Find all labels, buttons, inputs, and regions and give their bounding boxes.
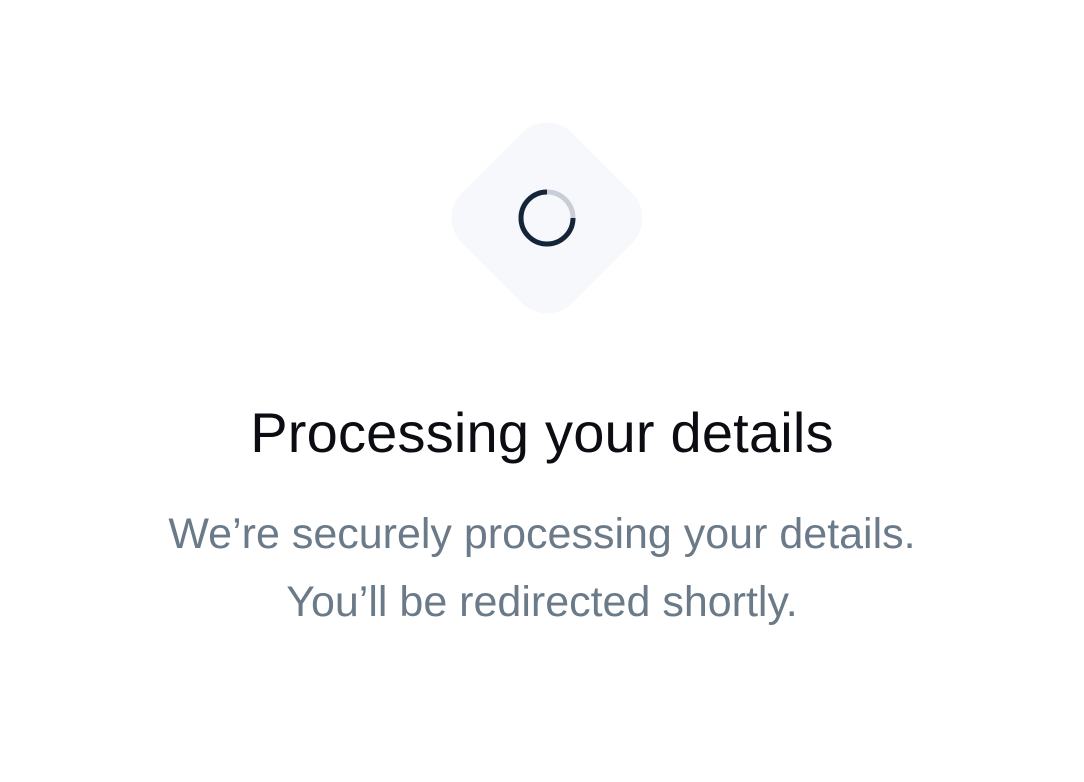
loading-spinner-icon (518, 189, 576, 247)
status-description: We’re securely processing your details. … (0, 500, 1084, 636)
status-description-line-1: We’re securely processing your details. (168, 510, 916, 558)
processing-screen: Processing your details We’re securely p… (0, 0, 1084, 782)
status-description-line-2: You’ll be redirected shortly. (286, 578, 798, 626)
page-title: Processing your details (250, 401, 834, 464)
